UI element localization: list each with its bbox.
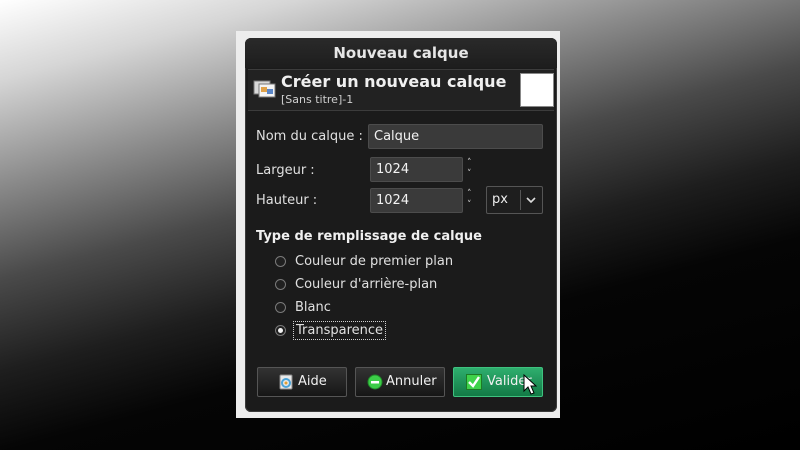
dialog-title: Nouveau calque	[245, 38, 557, 68]
unit-separator	[520, 190, 521, 210]
dialog-header: Créer un nouveau calque [Sans titre]-1	[248, 69, 554, 111]
width-spinner[interactable]: ˄ ˅	[465, 157, 479, 182]
radio-label: Transparence	[292, 321, 387, 340]
layer-name-label: Nom du calque :	[256, 129, 363, 144]
unit-value: px	[492, 192, 508, 207]
help-button[interactable]: Aide	[257, 367, 347, 397]
radio-label: Couleur d'arrière-plan	[295, 277, 438, 292]
height-label: Hauteur :	[256, 193, 318, 208]
new-layer-icon	[253, 80, 276, 98]
cancel-button[interactable]: Annuler	[355, 367, 445, 397]
new-layer-dialog: Nouveau calque Créer un nouveau calque […	[245, 38, 557, 412]
height-spinner[interactable]: ˄ ˅	[465, 188, 479, 213]
unit-dropdown[interactable]: px	[486, 186, 543, 214]
header-title: Créer un nouveau calque	[281, 72, 507, 91]
cancel-icon	[367, 374, 383, 390]
height-input[interactable]: 1024	[370, 188, 463, 213]
cancel-label: Annuler	[386, 374, 437, 389]
radio-button[interactable]	[275, 279, 286, 290]
radio-label: Blanc	[295, 300, 331, 315]
help-label: Aide	[298, 374, 327, 389]
layer-name-input[interactable]: Calque	[368, 124, 543, 149]
mouse-cursor-icon	[523, 374, 537, 395]
chevron-down-icon	[526, 197, 536, 204]
width-input[interactable]: 1024	[370, 157, 463, 182]
help-icon	[279, 374, 293, 390]
radio-button[interactable]	[275, 256, 286, 267]
radio-button-selected[interactable]	[275, 325, 286, 336]
layer-preview-thumbnail	[520, 73, 554, 107]
radio-label: Couleur de premier plan	[295, 254, 454, 269]
header-subtitle: [Sans titre]-1	[281, 93, 354, 106]
width-label: Largeur :	[256, 163, 315, 178]
fill-type-heading: Type de remplissage de calque	[256, 229, 482, 244]
radio-button[interactable]	[275, 302, 286, 313]
check-icon	[466, 374, 482, 390]
